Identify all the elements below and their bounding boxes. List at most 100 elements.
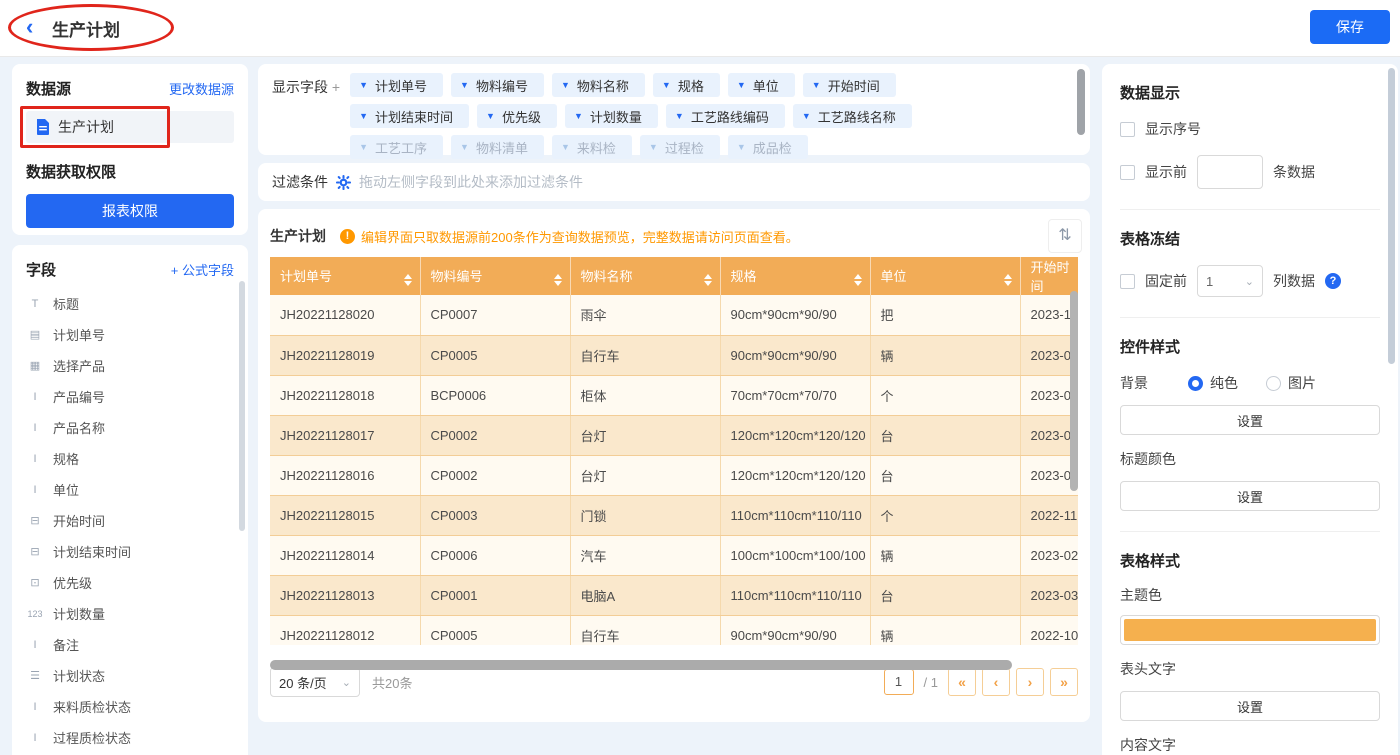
- field-item[interactable]: ☰计划状态: [26, 660, 234, 691]
- page-size-value: 20 条/页: [279, 673, 327, 692]
- field-item[interactable]: ⊡优先级: [26, 567, 234, 598]
- column-header[interactable]: 计划单号: [270, 257, 420, 295]
- chip-field[interactable]: ▼计划结束时间: [350, 104, 469, 128]
- table-row[interactable]: JH20221128018BCP0006柜体70cm*70cm*70/70个20…: [270, 375, 1078, 415]
- chevron-down-icon[interactable]: ▼: [460, 80, 469, 90]
- sort-toggle-button[interactable]: ⇅: [1048, 219, 1082, 253]
- chip-field-disabled[interactable]: ▼物料清单: [451, 135, 544, 159]
- field-item[interactable]: ▦选择产品: [26, 350, 234, 381]
- table-row[interactable]: JH20221128016CP0002台灯120cm*120cm*120/120…: [270, 455, 1078, 495]
- chip-field[interactable]: ▼ 优先级: [477, 104, 557, 128]
- chip-field[interactable]: ▼规格: [653, 73, 720, 97]
- chevron-down-icon[interactable]: ▼: [737, 80, 746, 90]
- field-item[interactable]: I规格: [26, 443, 234, 474]
- column-header[interactable]: 物料编号: [420, 257, 570, 295]
- change-datasource-link[interactable]: 更改数据源: [169, 79, 234, 98]
- sort-arrows-icon[interactable]: [1004, 266, 1012, 286]
- chip-field-disabled[interactable]: ▼来料检: [552, 135, 632, 159]
- report-permission-button[interactable]: 报表权限: [26, 194, 234, 228]
- chip-field-disabled[interactable]: ▼工艺工序: [350, 135, 443, 159]
- chip-field[interactable]: ▼物料编号: [451, 73, 544, 97]
- back-icon[interactable]: ‹: [26, 14, 33, 40]
- title-color-label: 标题颜色: [1120, 449, 1380, 469]
- table-row[interactable]: JH20221128014CP0006汽车100cm*100cm*100/100…: [270, 535, 1078, 575]
- chevron-down-icon[interactable]: ▼: [359, 111, 368, 121]
- table-row[interactable]: JH20221128015CP0003门锁110cm*110cm*110/110…: [270, 495, 1078, 535]
- show-index-checkbox[interactable]: [1120, 122, 1135, 137]
- chevron-down-icon[interactable]: ▼: [675, 111, 684, 121]
- save-button[interactable]: 保存: [1310, 10, 1390, 44]
- freeze-count-select[interactable]: 1 ⌄: [1197, 265, 1263, 297]
- chip-field-disabled[interactable]: ▼过程检: [640, 135, 720, 159]
- field-item[interactable]: I备注: [26, 629, 234, 660]
- sort-arrows-icon[interactable]: [554, 266, 562, 286]
- background-set-button[interactable]: 设置: [1120, 405, 1380, 435]
- table-row[interactable]: JH20221128020CP0007雨伞90cm*90cm*90/90把202…: [270, 295, 1078, 335]
- add-display-field-button[interactable]: +: [332, 79, 340, 95]
- solid-color-radio[interactable]: [1188, 376, 1203, 391]
- title-color-set-button[interactable]: 设置: [1120, 481, 1380, 511]
- settings-scrollbar[interactable]: [1388, 68, 1395, 364]
- first-page-button[interactable]: «: [948, 668, 976, 696]
- current-page-box[interactable]: 1: [884, 669, 914, 695]
- chips-scrollbar[interactable]: [1077, 69, 1085, 135]
- field-item[interactable]: ⊟开始时间: [26, 505, 234, 536]
- table-row[interactable]: JH20221128017CP0002台灯120cm*120cm*120/120…: [270, 415, 1078, 455]
- last-page-button[interactable]: »: [1050, 668, 1078, 696]
- vertical-scrollbar[interactable]: [1070, 291, 1078, 491]
- field-item[interactable]: T标题: [26, 288, 234, 319]
- field-item[interactable]: ⊟计划结束时间: [26, 536, 234, 567]
- show-first-checkbox[interactable]: [1120, 165, 1135, 180]
- theme-color-picker[interactable]: [1120, 615, 1380, 645]
- add-formula-field-link[interactable]: + 公式字段: [171, 260, 234, 279]
- filter-panel[interactable]: 过滤条件 拖动左侧字段到此处来添加过滤条件: [258, 163, 1090, 201]
- chip-label: 优先级: [502, 107, 541, 126]
- sort-arrows-icon[interactable]: [704, 266, 712, 286]
- sort-arrows-icon[interactable]: [404, 266, 412, 286]
- freeze-checkbox[interactable]: [1120, 274, 1135, 289]
- chevron-down-icon[interactable]: ▼: [802, 111, 811, 121]
- show-index-label: 显示序号: [1145, 119, 1201, 139]
- field-item[interactable]: I产品名称: [26, 412, 234, 443]
- help-icon[interactable]: ?: [1325, 273, 1341, 289]
- chevron-down-icon[interactable]: ▼: [574, 111, 583, 121]
- fields-scrollbar[interactable]: [239, 281, 245, 531]
- chevron-down-icon[interactable]: ▼: [359, 80, 368, 90]
- field-item[interactable]: ▤计划单号: [26, 319, 234, 350]
- chip-field[interactable]: ▼计划数量: [565, 104, 658, 128]
- table-row[interactable]: JH20221128012CP0005自行车90cm*90cm*90/90辆20…: [270, 615, 1078, 645]
- show-first-count-input[interactable]: [1197, 155, 1263, 189]
- column-header[interactable]: 物料名称: [570, 257, 720, 295]
- header-text-set-button[interactable]: 设置: [1120, 691, 1380, 721]
- gear-icon[interactable]: [336, 175, 351, 190]
- column-header[interactable]: 单位: [870, 257, 1020, 295]
- sort-arrows-icon[interactable]: [854, 266, 862, 286]
- chevron-down-icon[interactable]: ▼: [561, 80, 570, 90]
- chip-field[interactable]: ▼计划单号: [350, 73, 443, 97]
- chip-field[interactable]: ▼物料名称: [552, 73, 645, 97]
- chip-field[interactable]: ▼工艺路线编码: [666, 104, 785, 128]
- chip-field[interactable]: ▼工艺路线名称: [793, 104, 912, 128]
- page-size-select[interactable]: 20 条/页 ⌄: [270, 667, 360, 697]
- next-page-button[interactable]: ›: [1016, 668, 1044, 696]
- column-header[interactable]: 开始时间: [1020, 257, 1078, 295]
- prev-page-button[interactable]: ‹: [982, 668, 1010, 696]
- field-item[interactable]: I产品编号: [26, 381, 234, 412]
- column-header[interactable]: 规格: [720, 257, 870, 295]
- horizontal-scrollbar[interactable]: [270, 660, 1012, 670]
- chevron-down-icon[interactable]: ▼: [662, 80, 671, 90]
- field-item[interactable]: I过程质检状态: [26, 722, 234, 753]
- table-row[interactable]: JH20221128019CP0005自行车90cm*90cm*90/90辆20…: [270, 335, 1078, 375]
- chip-field[interactable]: ▼单位: [728, 73, 795, 97]
- field-item[interactable]: I来料质检状态: [26, 691, 234, 722]
- chevron-down-icon[interactable]: ▼: [812, 80, 821, 90]
- chevron-down-icon[interactable]: ▼: [486, 111, 495, 121]
- image-radio[interactable]: [1266, 376, 1281, 391]
- table-row[interactable]: JH20221128013CP0001电脑A110cm*110cm*110/11…: [270, 575, 1078, 615]
- chip-field[interactable]: ▼开始时间: [803, 73, 896, 97]
- chip-field-disabled[interactable]: ▼成品检: [728, 135, 808, 159]
- datasource-item[interactable]: 生产计划: [26, 111, 234, 143]
- field-item[interactable]: I单位: [26, 474, 234, 505]
- field-item[interactable]: 123计划数量: [26, 598, 234, 629]
- field-label: 单位: [53, 480, 79, 499]
